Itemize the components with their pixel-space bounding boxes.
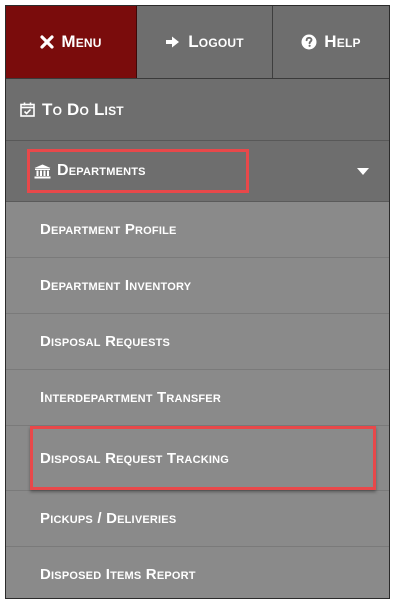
departments-label: Departments bbox=[57, 162, 146, 179]
submenu-item-disposed-items-report[interactable]: Disposed Items Report bbox=[6, 547, 389, 598]
menu-label: Menu bbox=[61, 32, 102, 51]
menu-button[interactable]: Menu bbox=[6, 6, 137, 78]
departments-submenu: Department Profile Department Inventory … bbox=[6, 202, 389, 598]
sign-out-icon bbox=[165, 35, 181, 49]
submenu-item-label: Department Profile bbox=[40, 221, 177, 238]
institution-icon bbox=[34, 164, 51, 179]
submenu-item-department-profile[interactable]: Department Profile bbox=[6, 202, 389, 258]
submenu-item-label: Disposal Requests bbox=[40, 333, 171, 350]
submenu-item-disposal-requests[interactable]: Disposal Requests bbox=[6, 314, 389, 370]
close-icon bbox=[40, 35, 54, 49]
submenu-item-label: Disposed Items Report bbox=[40, 566, 196, 583]
submenu-item-label: Interdepartment Transfer bbox=[40, 389, 221, 406]
submenu-item-interdepartment-transfer[interactable]: Interdepartment Transfer bbox=[6, 370, 389, 426]
todo-label: To Do List bbox=[42, 99, 124, 119]
submenu-item-label: Department Inventory bbox=[40, 277, 192, 294]
nav-item-departments[interactable]: Departments bbox=[6, 141, 389, 202]
help-label: Help bbox=[324, 32, 361, 51]
logout-button[interactable]: Logout bbox=[137, 6, 273, 78]
departments-highlight: Departments bbox=[27, 149, 249, 193]
question-circle-icon bbox=[301, 34, 317, 50]
top-bar: Menu Logout Help bbox=[6, 6, 389, 79]
calendar-check-icon bbox=[20, 102, 35, 117]
caret-down-icon[interactable] bbox=[357, 168, 369, 175]
nav-item-todo-list[interactable]: To Do List bbox=[6, 79, 389, 141]
submenu-item-pickups-deliveries[interactable]: Pickups / Deliveries bbox=[6, 491, 389, 547]
disposal-request-tracking-highlight: Disposal Request Tracking bbox=[30, 426, 376, 490]
submenu-item-label: Disposal Request Tracking bbox=[40, 449, 230, 467]
navigation-menu: Menu Logout Help To Do List Departments … bbox=[5, 5, 390, 599]
submenu-item-department-inventory[interactable]: Department Inventory bbox=[6, 258, 389, 314]
help-button[interactable]: Help bbox=[273, 6, 389, 78]
submenu-item-disposal-request-tracking[interactable]: Disposal Request Tracking bbox=[6, 426, 389, 491]
submenu-item-label: Pickups / Deliveries bbox=[40, 510, 177, 527]
logout-label: Logout bbox=[188, 32, 244, 51]
